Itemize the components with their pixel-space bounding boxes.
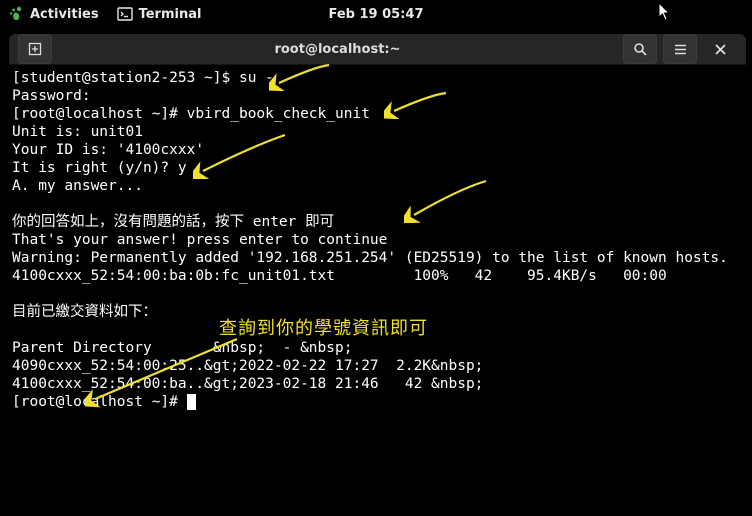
close-icon [714, 43, 727, 56]
terminal-line: That's your answer! press enter to conti… [12, 231, 743, 249]
terminal-line: [root@localhost ~]# vbird_book_check_uni… [12, 105, 743, 123]
terminal-content[interactable]: [student@station2-253 ~]$ su -Password:[… [9, 65, 746, 512]
terminal-line: 4100cxxx_52:54:00:ba:0b:fc_unit01.txt 10… [12, 267, 743, 285]
search-button[interactable] [623, 34, 657, 64]
hamburger-icon [673, 42, 688, 57]
window-titlebar: root@localhost:~ [9, 34, 746, 65]
terminal-line [12, 195, 743, 213]
search-icon [633, 42, 648, 57]
gnome-logo-icon [8, 6, 24, 22]
terminal-line: 你的回答如上，沒有問題的話，按下 enter 即可 [12, 213, 743, 231]
menu-button[interactable] [663, 34, 697, 64]
terminal-line: It is right (y/n)? y [12, 159, 743, 177]
terminal-icon [117, 6, 133, 22]
clock[interactable]: Feb 19 05:47 [329, 7, 424, 22]
activities-label: Activities [30, 7, 99, 22]
terminal-cursor [187, 394, 196, 410]
terminal-line: Password: [12, 87, 743, 105]
terminal-app-indicator[interactable]: Terminal [117, 6, 202, 22]
terminal-app-label: Terminal [139, 7, 202, 22]
activities-button[interactable]: Activities [8, 6, 99, 22]
gnome-top-bar: Activities Terminal Feb 19 05:47 [0, 0, 752, 28]
terminal-window: root@localhost:~ [student@station2-253 ~… [9, 34, 746, 512]
terminal-line: 4100cxxx_52:54:00:ba..&gt;2023-02-18 21:… [12, 375, 743, 393]
terminal-line: Warning: Permanently added '192.168.251.… [12, 249, 743, 267]
terminal-line: [root@localhost ~]# [12, 393, 743, 411]
terminal-line: [student@station2-253 ~]$ su - [12, 69, 743, 87]
terminal-line: 4090cxxx_52:54:00:25..&gt;2022-02-22 17:… [12, 357, 743, 375]
window-title: root@localhost:~ [55, 42, 620, 57]
annotation-text: 查詢到你的學號資訊即可 [219, 319, 428, 337]
new-tab-button[interactable] [18, 34, 52, 64]
terminal-line: Your ID is: '4100cxxx' [12, 141, 743, 159]
terminal-line [12, 285, 743, 303]
mouse-cursor-icon [658, 2, 672, 26]
terminal-line: Unit is: unit01 [12, 123, 743, 141]
terminal-line: Parent Directory &nbsp; - &nbsp; [12, 339, 743, 357]
terminal-line: A. my answer... [12, 177, 743, 195]
close-button[interactable] [703, 34, 737, 64]
